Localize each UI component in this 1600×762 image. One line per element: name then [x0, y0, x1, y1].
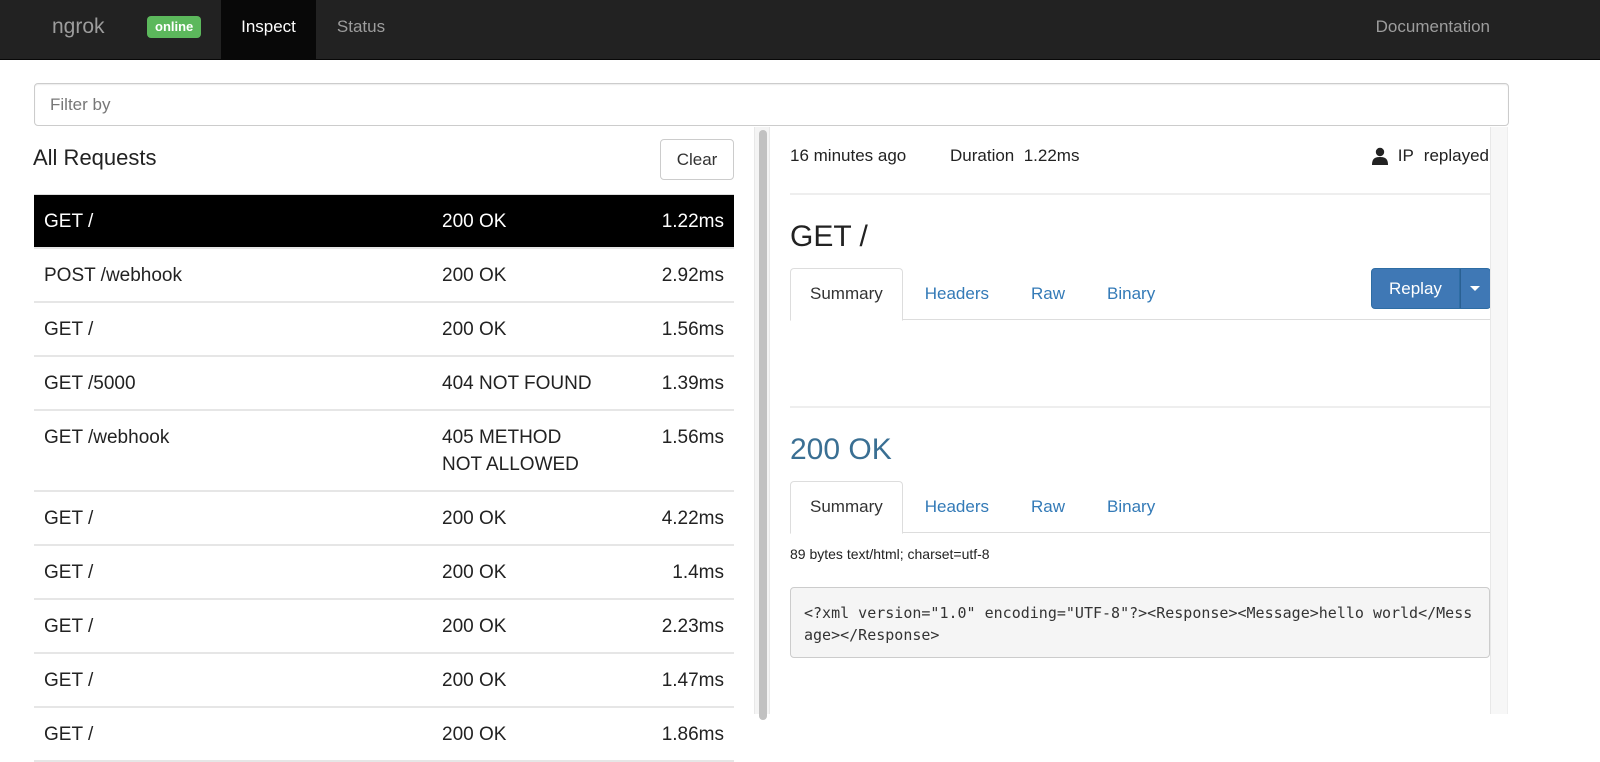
request-tab-raw[interactable]: Raw — [1011, 268, 1085, 320]
request-row[interactable]: GET / 200 OK 1.47ms — [34, 654, 734, 708]
request-tab-summary[interactable]: Summary — [790, 268, 903, 321]
replay-button[interactable]: Replay — [1371, 268, 1460, 309]
request-duration: 1.22ms — [661, 211, 724, 232]
request-time-ago: 16 minutes ago — [790, 146, 907, 165]
requests-table: GET / 200 OK 1.22ms POST /webhook 200 OK… — [34, 194, 734, 762]
request-ip-meta: IP replayed — [1371, 146, 1489, 166]
status-badge: online — [147, 16, 202, 38]
request-tab-binary[interactable]: Binary — [1087, 268, 1175, 320]
documentation-link[interactable]: Documentation — [1376, 0, 1490, 59]
request-path: GET / — [44, 211, 94, 232]
request-row[interactable]: GET / 200 OK 1.56ms — [34, 303, 734, 357]
request-path: POST /webhook — [44, 265, 183, 286]
request-row[interactable]: GET / 200 OK 1.86ms — [34, 708, 734, 762]
response-body: <?xml version="1.0" encoding="UTF-8"?><R… — [790, 587, 1490, 658]
caret-down-icon — [1470, 286, 1481, 291]
detail-scrollbar[interactable] — [1490, 127, 1508, 714]
ip-label: IP — [1397, 146, 1414, 165]
nav-tab-inspect[interactable]: Inspect — [221, 0, 316, 59]
user-icon — [1371, 147, 1388, 165]
replay-dropdown-toggle[interactable] — [1459, 268, 1491, 309]
replay-button-group: Replay — [1371, 268, 1491, 309]
request-duration: 1.86ms — [661, 724, 724, 745]
divider — [790, 406, 1490, 408]
request-status: 200 OK — [442, 724, 507, 745]
request-duration: 1.4ms — [672, 562, 724, 583]
request-status: 200 OK — [442, 508, 507, 529]
duration-value: 1.22ms — [1023, 146, 1080, 165]
request-status: 200 OK — [442, 562, 507, 583]
request-path: GET / — [44, 319, 94, 340]
request-path: GET / — [44, 616, 94, 637]
request-status: 200 OK — [442, 616, 507, 637]
request-duration: 1.47ms — [661, 670, 724, 691]
response-tabs: Summary Headers Raw Binary — [790, 481, 1490, 534]
scrollbar-thumb[interactable] — [759, 130, 767, 720]
request-path: GET / — [44, 508, 94, 529]
request-path: GET /webhook — [44, 427, 170, 448]
replayed-label: replayed — [1423, 146, 1489, 165]
response-title: 200 OK — [790, 433, 892, 466]
request-row[interactable]: GET / 200 OK 1.22ms — [34, 195, 734, 249]
response-tab-headers[interactable]: Headers — [905, 481, 1009, 533]
request-row[interactable]: GET /5000 404 NOT FOUND 1.39ms — [34, 357, 734, 411]
request-path: GET /5000 — [44, 373, 136, 394]
divider — [790, 193, 1490, 195]
filter-input[interactable] — [34, 83, 1509, 126]
response-meta: 89 bytes text/html; charset=utf-8 — [790, 546, 990, 562]
request-status: 200 OK — [442, 319, 507, 340]
request-status: 200 OK — [442, 670, 507, 691]
request-row[interactable]: GET / 200 OK 4.22ms — [34, 492, 734, 546]
request-duration-meta: Duration 1.22ms — [950, 146, 1079, 166]
request-row[interactable]: GET / 200 OK 2.23ms — [34, 600, 734, 654]
request-status: 404 NOT FOUND — [442, 373, 592, 394]
requests-scrollbar[interactable] — [754, 127, 770, 720]
request-row[interactable]: GET /webhook 405 METHOD NOT ALLOWED 1.56… — [34, 411, 734, 492]
request-duration: 1.56ms — [661, 319, 724, 340]
request-path: GET / — [44, 724, 94, 745]
request-duration: 1.56ms — [661, 427, 724, 448]
request-row[interactable]: POST /webhook 200 OK 2.92ms — [34, 249, 734, 303]
request-duration: 2.23ms — [661, 616, 724, 637]
request-duration: 2.92ms — [661, 265, 724, 286]
all-requests-title: All Requests — [33, 145, 157, 170]
request-tab-headers[interactable]: Headers — [905, 268, 1009, 320]
nav-tab-status[interactable]: Status — [316, 0, 406, 59]
brand-logo[interactable]: ngrok — [52, 0, 105, 59]
request-status: 405 METHOD NOT ALLOWED — [442, 427, 579, 475]
request-duration: 4.22ms — [661, 508, 724, 529]
clear-button[interactable]: Clear — [660, 139, 734, 180]
response-tab-summary[interactable]: Summary — [790, 481, 903, 534]
request-title: GET / — [790, 220, 868, 253]
request-status: 200 OK — [442, 211, 507, 232]
navbar: ngrok online Inspect Status Documentatio… — [0, 0, 1600, 60]
request-duration: 1.39ms — [661, 373, 724, 394]
response-tab-binary[interactable]: Binary — [1087, 481, 1175, 533]
request-path: GET / — [44, 562, 94, 583]
request-row[interactable]: GET / 200 OK 1.4ms — [34, 546, 734, 600]
response-tab-raw[interactable]: Raw — [1011, 481, 1085, 533]
duration-label: Duration — [950, 146, 1015, 165]
request-status: 200 OK — [442, 265, 507, 286]
request-path: GET / — [44, 670, 94, 691]
